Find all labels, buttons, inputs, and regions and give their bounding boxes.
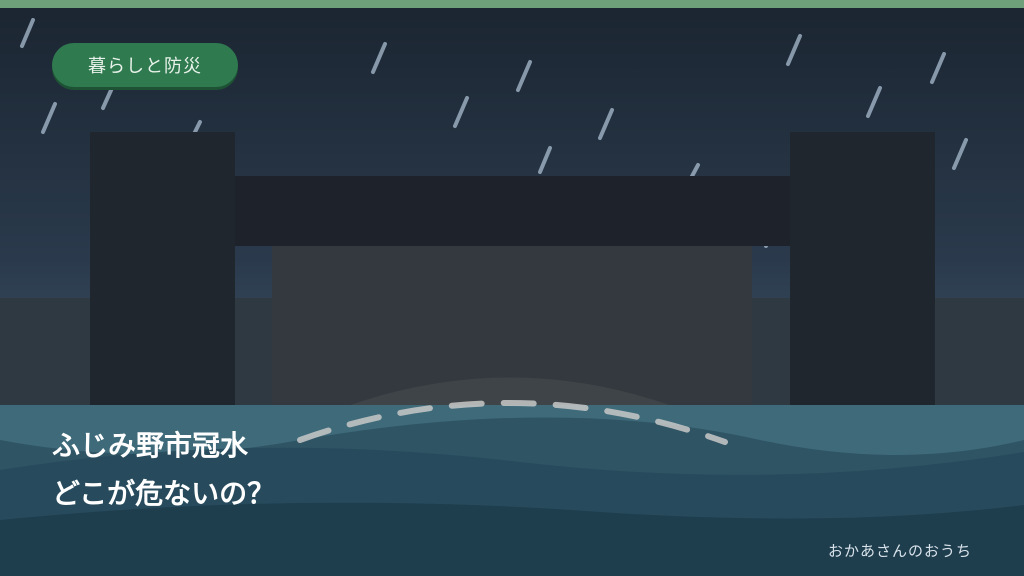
headline-line-1: ふじみ野市冠水: [52, 429, 249, 462]
headline: ふじみ野市冠水 どこが危ないの？: [52, 422, 275, 518]
headline-line-2: どこが危ないの？: [52, 477, 276, 510]
thumbnail-scene: 暮らしと防災 ふじみ野市冠水 どこが危ないの？ おかあさんのおうち: [0, 0, 1024, 576]
category-badge[interactable]: 暮らしと防災: [52, 43, 238, 87]
site-credit: おかあさんのおうち: [827, 542, 972, 560]
